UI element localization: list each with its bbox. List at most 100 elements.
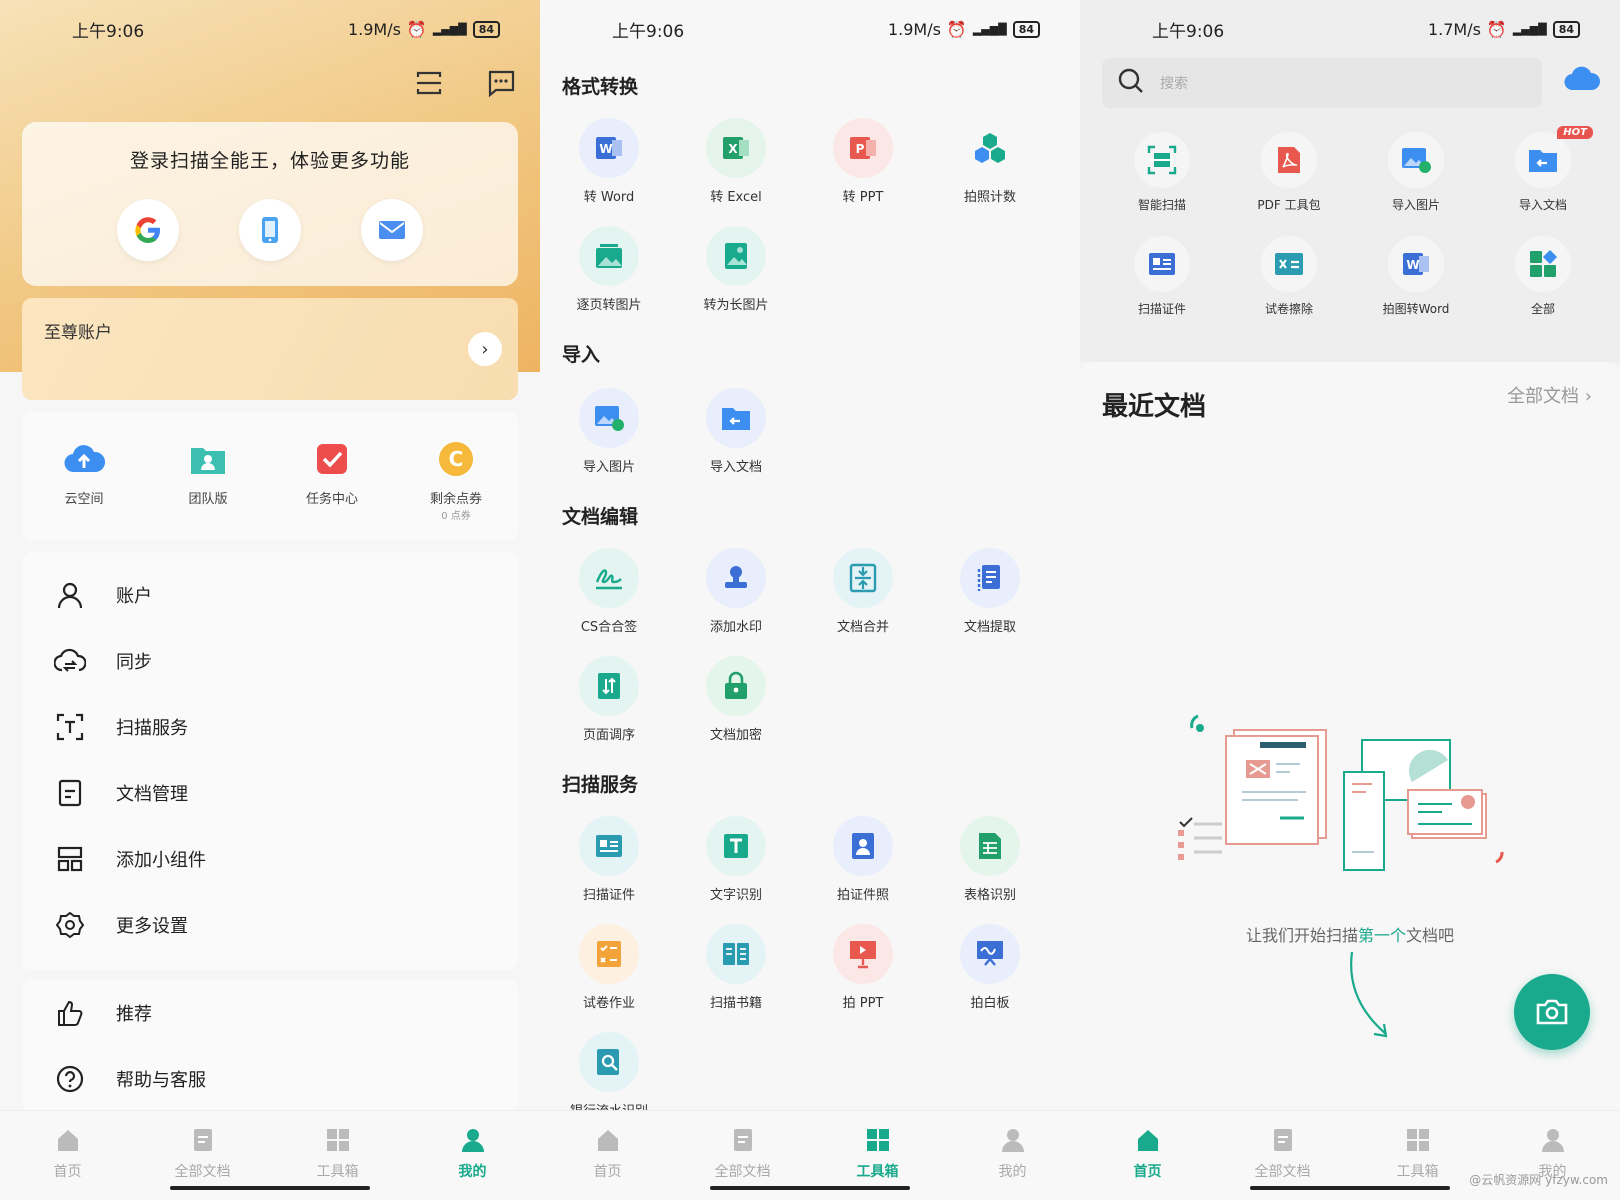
home-photo-to-word[interactable]: W 拍图转Word <box>1356 236 1476 317</box>
search-icon <box>1118 68 1144 98</box>
home-pdf-tools[interactable]: PDF 工具包 <box>1229 132 1349 213</box>
menu-sync-label: 同步 <box>116 652 152 673</box>
tool-watermark[interactable]: 添加水印 <box>681 548 791 635</box>
tool-id-photo[interactable]: 拍证件照 <box>808 816 918 903</box>
menu-scan-service[interactable]: 扫描服务 <box>22 694 518 760</box>
signal-icon: ▂▄▆█ <box>1512 22 1547 36</box>
tool-bank-statement[interactable]: 银行流水识别 <box>554 1032 664 1119</box>
nav-home[interactable]: 首页 <box>13 1127 123 1200</box>
tool-photo-count[interactable]: 拍照计数 <box>935 118 1045 205</box>
home-erase-exam[interactable]: 试卷擦除 <box>1229 236 1349 317</box>
menu-settings[interactable]: 更多设置 <box>22 892 518 958</box>
home-all-tools[interactable]: 全部 <box>1483 236 1603 317</box>
chevron-right-icon: › <box>1584 386 1592 407</box>
screen-me: 上午9:06 1.9M/s ⏰ ▂▄▆█ 84 登录扫描全能王，体验更多功能 至… <box>0 0 540 1200</box>
status-time: 上午9:06 <box>1152 21 1225 42</box>
tool-photo-count-label: 拍照计数 <box>963 190 1016 205</box>
tool-page-to-image-label: 逐页转图片 <box>576 298 642 313</box>
id-card-icon <box>1134 236 1190 292</box>
menu-account[interactable]: 账户 <box>22 562 518 628</box>
screen-home: 上午9:06 1.7M/s ⏰ ▂▄▆█ 84 搜索 智能扫描 PDF 工具包 … <box>1080 0 1620 1200</box>
cloud-sync-icon[interactable] <box>1564 66 1601 96</box>
menu-widget[interactable]: 添加小组件 <box>22 826 518 892</box>
home-import-image[interactable]: 导入图片 <box>1356 132 1476 213</box>
extract-icon <box>960 548 1020 608</box>
nav-home[interactable]: 首页 <box>553 1127 663 1200</box>
nav-home[interactable]: 首页 <box>1093 1127 1203 1200</box>
tool-import-image[interactable]: 导入图片 <box>554 388 664 475</box>
pdf-icon <box>1261 132 1317 188</box>
camera-icon <box>1536 999 1568 1025</box>
svg-text:W: W <box>599 142 612 156</box>
tool-shoot-ppt[interactable]: 拍 PPT <box>808 924 918 1011</box>
google-login-button[interactable] <box>117 199 179 261</box>
nav-me[interactable]: 我的 <box>1498 1127 1608 1200</box>
excel-icon: X <box>706 118 766 178</box>
toolbox-icon <box>1406 1129 1429 1151</box>
tool-to-word[interactable]: W 转 Word <box>554 118 664 205</box>
nav-home-label: 首页 <box>1133 1164 1162 1180</box>
nav-me-label: 我的 <box>998 1164 1027 1180</box>
watermark: @云帆资源网 yfzyw.com <box>1469 1173 1608 1187</box>
nav-me[interactable]: 我的 <box>418 1127 528 1200</box>
menu-sync[interactable]: 同步 <box>22 628 518 694</box>
menu-doc-manage[interactable]: 文档管理 <box>22 760 518 826</box>
lock-icon <box>706 656 766 716</box>
tool-signature[interactable]: CS合合签 <box>554 548 664 635</box>
tool-encrypt[interactable]: 文档加密 <box>681 656 791 743</box>
tool-to-ppt[interactable]: P 转 PPT <box>808 118 918 205</box>
empty-hint: 让我们开始扫描第一个文档吧 <box>1080 922 1620 946</box>
quick-coupon[interactable]: C 剩余点券 0 点券 <box>401 436 511 540</box>
nav-me[interactable]: 我的 <box>958 1127 1068 1200</box>
home-scan-id[interactable]: 扫描证件 <box>1102 236 1222 317</box>
tool-whiteboard[interactable]: 拍白板 <box>935 924 1045 1011</box>
tool-table-ocr[interactable]: 表格识别 <box>935 816 1045 903</box>
quick-cloud[interactable]: 云空间 <box>29 436 139 540</box>
quick-task[interactable]: 任务中心 <box>277 436 387 540</box>
tool-import-doc[interactable]: 导入文档 <box>681 388 791 475</box>
menu-recommend[interactable]: 推荐 <box>22 980 518 1046</box>
status-speed: 1.9M/s <box>887 19 941 39</box>
tool-homework[interactable]: 试卷作业 <box>554 924 664 1011</box>
bank-search-icon <box>579 1032 639 1092</box>
presentation-icon <box>833 924 893 984</box>
tool-scan-book[interactable]: 扫描书籍 <box>681 924 791 1011</box>
tool-ocr[interactable]: 文字识别 <box>681 816 791 903</box>
message-icon[interactable] <box>486 68 516 98</box>
tool-reorder[interactable]: 页面调序 <box>554 656 664 743</box>
phone-login-button[interactable] <box>239 199 301 261</box>
count-icon <box>960 118 1020 178</box>
tool-to-excel[interactable]: X 转 Excel <box>681 118 791 205</box>
tool-extract[interactable]: 文档提取 <box>935 548 1045 635</box>
image-pages-icon <box>579 226 639 286</box>
svg-text:C: C <box>449 447 464 471</box>
ppt-icon: P <box>833 118 893 178</box>
chevron-right-icon: › <box>468 332 502 366</box>
home-icon <box>1137 1130 1158 1151</box>
menu-help[interactable]: 帮助与客服 <box>22 1046 518 1112</box>
premium-account-card[interactable]: 至尊账户 › <box>22 298 518 400</box>
search-input[interactable]: 搜索 <box>1102 58 1542 108</box>
tool-signature-label: CS合合签 <box>580 620 638 635</box>
home-smart-scan-label: 智能扫描 <box>1137 198 1186 212</box>
status-time: 上午9:06 <box>612 21 685 42</box>
camera-button[interactable] <box>1514 974 1590 1050</box>
user-icon <box>461 1129 484 1152</box>
tool-merge[interactable]: 文档合并 <box>808 548 918 635</box>
quick-team[interactable]: 团队版 <box>153 436 263 540</box>
search-placeholder: 搜索 <box>1160 76 1188 92</box>
tool-page-to-image[interactable]: 逐页转图片 <box>554 226 664 313</box>
premium-label: 至尊账户 <box>44 323 112 343</box>
scan-icon[interactable] <box>414 68 444 98</box>
email-login-button[interactable] <box>361 199 423 261</box>
all-docs-link[interactable]: 全部文档 › <box>1507 382 1592 408</box>
tool-scan-id[interactable]: 扫描证件 <box>554 816 664 903</box>
home-indicator <box>1250 1186 1450 1190</box>
tool-long-image[interactable]: 转为长图片 <box>681 226 791 313</box>
text-ocr-icon <box>706 816 766 876</box>
home-photo-to-word-label: 拍图转Word <box>1382 302 1450 316</box>
tool-whiteboard-label: 拍白板 <box>970 996 1010 1011</box>
home-smart-scan[interactable]: 智能扫描 <box>1102 132 1222 213</box>
alarm-icon: ⏰ <box>1486 19 1507 39</box>
home-import-doc[interactable]: HOT 导入文档 <box>1483 126 1603 213</box>
